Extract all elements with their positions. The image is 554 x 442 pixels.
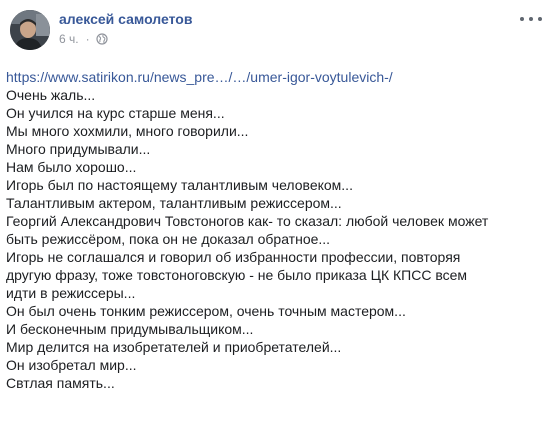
post-body: https://www.satirikon.ru/news_pre…/…/ume…: [6, 68, 536, 392]
post-line: Очень жаль...: [6, 87, 96, 103]
post-line: Игорь был по настоящему талантливым чело…: [6, 177, 353, 193]
post-line: Много придумывали...: [6, 141, 151, 157]
globe-icon[interactable]: [95, 33, 108, 45]
post-line: Игорь не соглашался и говорил об избранн…: [6, 249, 461, 265]
post-line: Он был очень тонким режиссером, очень то…: [6, 303, 406, 319]
timestamp[interactable]: 6 ч.: [59, 32, 79, 46]
post-line: Мы много хохмили, много говорили...: [6, 123, 249, 139]
post: алексей самолетов 6 ч. · https://www.sat…: [0, 0, 554, 442]
post-line: Он учился на курс старше меня...: [6, 105, 225, 121]
post-line: Свтлая память...: [6, 375, 115, 391]
author-name[interactable]: алексей самолетов: [59, 11, 192, 27]
post-line: И бесконечным придумывальщиком...: [6, 321, 254, 337]
meta-separator: ·: [85, 32, 90, 46]
post-line: Нам было хорошо...: [6, 159, 137, 175]
post-line: Георгий Александрович Товстоногов как- т…: [6, 213, 489, 229]
post-meta: 6 ч. ·: [59, 31, 108, 47]
post-line: Он изобретал мир...: [6, 357, 137, 373]
avatar-photo-icon: [10, 10, 50, 50]
avatar[interactable]: [10, 10, 50, 50]
post-link[interactable]: https://www.satirikon.ru/news_pre…/…/ume…: [6, 68, 536, 86]
post-line: Талантливым актером, талантливым режиссе…: [6, 195, 342, 211]
post-line: Мир делится на изобретателей и приобрета…: [6, 339, 342, 355]
post-line: другую фразу, тоже товстоноговскую - не …: [6, 267, 468, 283]
post-line: идти в режиссеры...: [6, 285, 136, 301]
more-options-icon[interactable]: [520, 12, 542, 26]
post-line: быть режиссёром, пока он не доказал обра…: [6, 231, 331, 247]
